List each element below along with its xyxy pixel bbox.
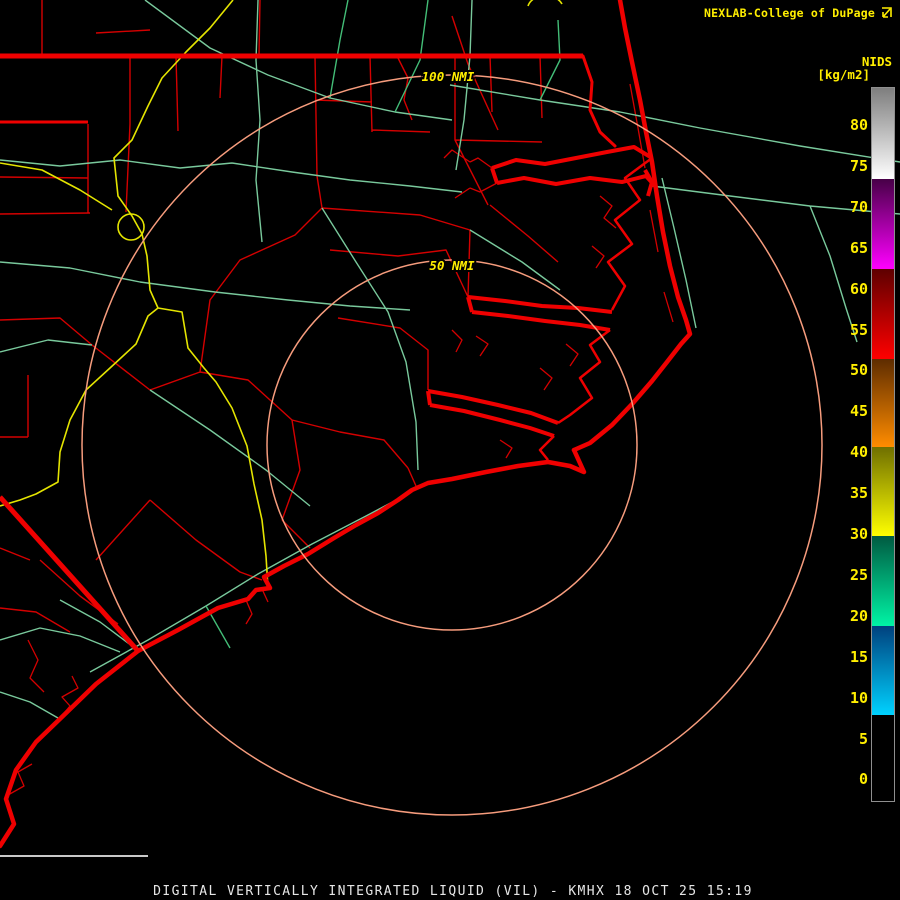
- shoreline-detail-lines: [8, 84, 673, 795]
- colorbar-tick-label: 25: [850, 566, 868, 584]
- colorbar-tick-label: 40: [850, 443, 868, 461]
- colorbar-tick-label: 55: [850, 321, 868, 339]
- colorbar-segment: [872, 626, 894, 715]
- colorbar-segment: [872, 715, 894, 801]
- units-label: [kg/m2]: [817, 67, 870, 82]
- coastline: [0, 0, 690, 846]
- city-beltline-loop: [118, 214, 144, 240]
- colorbar-tick-label: 45: [850, 402, 868, 420]
- highway-lines-yellow: [0, 0, 562, 588]
- county-boundary-lines: [0, 0, 558, 632]
- colorbar-tick-label: 15: [850, 648, 868, 666]
- colorbar-tick-label: 5: [859, 730, 868, 748]
- radar-map: 50 NMI 100 NMI: [0, 0, 900, 900]
- road-lines-green: [0, 0, 900, 718]
- colorbar-segment: [872, 447, 894, 535]
- range-ring-100nmi: [82, 75, 822, 815]
- range-ring-label-50nmi: 50 NMI: [429, 258, 475, 273]
- attribution-title: NEXLAB-College of DuPage: [704, 6, 893, 20]
- colorbar-tick-label: 70: [850, 198, 868, 216]
- colorbar-tick-label: 30: [850, 525, 868, 543]
- colorbar-tick-label: 65: [850, 239, 868, 257]
- colorbar-tick-label: 10: [850, 689, 868, 707]
- range-ring-label-100nmi: 100 NMI: [422, 69, 475, 84]
- colorbar-segment: [872, 359, 894, 447]
- colorbar-tick-label: 50: [850, 361, 868, 379]
- cod-arrow-logo-icon: [879, 6, 893, 20]
- attribution-text: NEXLAB-College of DuPage: [704, 6, 875, 20]
- colorbar-tick-label: 35: [850, 484, 868, 502]
- colorbar-tick-label: 75: [850, 157, 868, 175]
- colorbar-tick-label: 80: [850, 116, 868, 134]
- range-rings: [82, 75, 822, 815]
- colorbar-segment: [872, 536, 894, 626]
- colorbar-segment: [872, 179, 894, 269]
- separator-line: [0, 855, 148, 857]
- colorbar-tick-label: 20: [850, 607, 868, 625]
- colorbar: [871, 87, 895, 802]
- colorbar-segment: [872, 88, 894, 179]
- colorbar-tick-label: 60: [850, 280, 868, 298]
- colorbar-tick-label: 0: [859, 770, 868, 788]
- colorbar-segment: [872, 269, 894, 359]
- product-caption: DIGITAL VERTICALLY INTEGRATED LIQUID (VI…: [0, 884, 900, 899]
